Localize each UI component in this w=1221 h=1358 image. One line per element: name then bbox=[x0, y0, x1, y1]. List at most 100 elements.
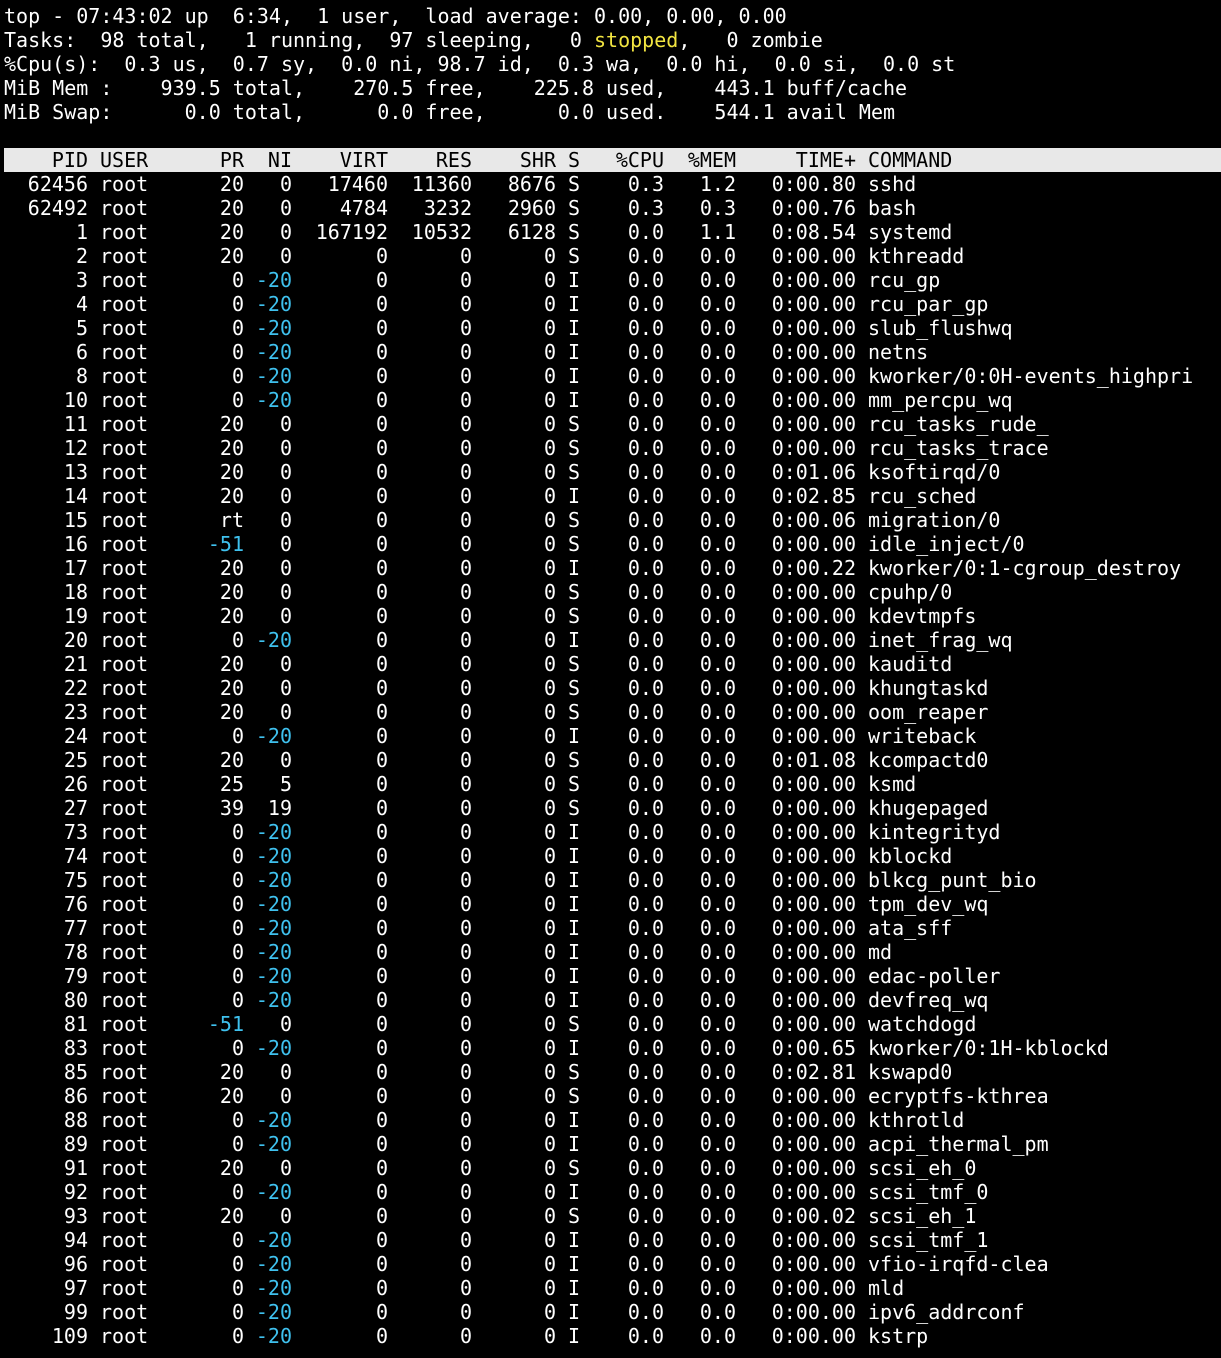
process-row[interactable]: 23 root 20 0 0 0 0 S 0.0 0.0 0:00.00 oom_reaper bbox=[0, 700, 1221, 724]
nice-cell: 0 bbox=[279, 1204, 292, 1228]
user-cell: root bbox=[100, 292, 149, 316]
process-table-header: PID USER PR NI VIRT RES SHR S %CPU %MEM … bbox=[4, 148, 1221, 172]
time-cell: 0:00.00 bbox=[771, 316, 856, 340]
process-row[interactable]: 2 root 20 0 0 0 0 S 0.0 0.0 0:00.00 kthreadd bbox=[0, 244, 1221, 268]
res-cell: 0 bbox=[459, 388, 472, 412]
res-cell: 0 bbox=[459, 844, 472, 868]
shr-cell: 0 bbox=[543, 1180, 556, 1204]
terminal-window[interactable]: top - 07:43:02 up 6:34, 1 user, load ave… bbox=[0, 4, 1221, 1348]
process-row[interactable]: 109 root 0 -20 0 0 0 I 0.0 0.0 0:00.00 kstrp bbox=[0, 1324, 1221, 1348]
pid-cell: 3 bbox=[75, 268, 88, 292]
process-row[interactable]: 14 root 20 0 0 0 0 I 0.0 0.0 0:02.85 rcu_sched bbox=[0, 484, 1221, 508]
process-row[interactable]: 85 root 20 0 0 0 0 S 0.0 0.0 0:02.81 kswapd0 bbox=[0, 1060, 1221, 1084]
mem-cell: 1.2 bbox=[699, 172, 736, 196]
time-cell: 0:00.00 bbox=[771, 1276, 856, 1300]
process-row[interactable]: 13 root 20 0 0 0 0 S 0.0 0.0 0:01.06 ksoftirqd/0 bbox=[0, 460, 1221, 484]
process-row[interactable]: 21 root 20 0 0 0 0 S 0.0 0.0 0:00.00 kauditd bbox=[0, 652, 1221, 676]
command-cell: khugepaged bbox=[868, 796, 989, 820]
process-row[interactable]: 8 root 0 -20 0 0 0 I 0.0 0.0 0:00.00 kworker/0:0H-e… bbox=[0, 364, 1221, 388]
process-row[interactable]: 96 root 0 -20 0 0 0 I 0.0 0.0 0:00.00 vfio-irqfd-cl… bbox=[0, 1252, 1221, 1276]
priority-cell: 20 bbox=[219, 220, 244, 244]
state-cell: S bbox=[567, 508, 580, 532]
process-row[interactable]: 88 root 0 -20 0 0 0 I 0.0 0.0 0:00.00 kthrotld bbox=[0, 1108, 1221, 1132]
shr-cell: 6128 bbox=[507, 220, 556, 244]
pid-cell: 14 bbox=[63, 484, 88, 508]
process-row[interactable]: 24 root 0 -20 0 0 0 I 0.0 0.0 0:00.00 writeback bbox=[0, 724, 1221, 748]
res-cell: 0 bbox=[459, 676, 472, 700]
cpu-cell: 0.0 bbox=[627, 1060, 664, 1084]
process-row[interactable]: 5 root 0 -20 0 0 0 I 0.0 0.0 0:00.00 slub_flushwq bbox=[0, 316, 1221, 340]
res-cell: 0 bbox=[459, 1132, 472, 1156]
nice-cell: -20 bbox=[255, 340, 292, 364]
col-virt: VIRT bbox=[339, 148, 388, 172]
nice-cell: -20 bbox=[255, 1036, 292, 1060]
priority-cell: 0 bbox=[231, 868, 244, 892]
command-cell: khungtaskd bbox=[868, 676, 989, 700]
process-row[interactable]: 74 root 0 -20 0 0 0 I 0.0 0.0 0:00.00 kblockd bbox=[0, 844, 1221, 868]
process-row[interactable]: 73 root 0 -20 0 0 0 I 0.0 0.0 0:00.00 kintegrityd bbox=[0, 820, 1221, 844]
process-row[interactable]: 80 root 0 -20 0 0 0 I 0.0 0.0 0:00.00 devfreq_wq bbox=[0, 988, 1221, 1012]
priority-cell: 20 bbox=[219, 172, 244, 196]
process-row[interactable]: 3 root 0 -20 0 0 0 I 0.0 0.0 0:00.00 rcu_gp bbox=[0, 268, 1221, 292]
process-row[interactable]: 11 root 20 0 0 0 0 S 0.0 0.0 0:00.00 rcu_tasks_rude… bbox=[0, 412, 1221, 436]
pid-cell: 76 bbox=[63, 892, 88, 916]
process-row[interactable]: 97 root 0 -20 0 0 0 I 0.0 0.0 0:00.00 mld bbox=[0, 1276, 1221, 1300]
virt-cell: 0 bbox=[375, 1228, 388, 1252]
priority-cell: -51 bbox=[207, 1012, 244, 1036]
res-cell: 0 bbox=[459, 1228, 472, 1252]
process-row[interactable]: 75 root 0 -20 0 0 0 I 0.0 0.0 0:00.00 blkcg_punt_bi… bbox=[0, 868, 1221, 892]
tasks-stopped-label: stopped bbox=[594, 28, 679, 52]
process-row[interactable]: 93 root 20 0 0 0 0 S 0.0 0.0 0:00.02 scsi_eh_1 bbox=[0, 1204, 1221, 1228]
cpu-cell: 0.0 bbox=[627, 316, 664, 340]
process-row[interactable]: 15 root rt 0 0 0 0 S 0.0 0.0 0:00.06 migration/0 bbox=[0, 508, 1221, 532]
process-row[interactable]: 19 root 20 0 0 0 0 S 0.0 0.0 0:00.00 kdevtmpfs bbox=[0, 604, 1221, 628]
nice-cell: 0 bbox=[279, 508, 292, 532]
process-row[interactable]: 17 root 20 0 0 0 0 I 0.0 0.0 0:00.22 kworker/0:1-cg… bbox=[0, 556, 1221, 580]
process-row[interactable]: 86 root 20 0 0 0 0 S 0.0 0.0 0:00.00 ecryptfs-kthre… bbox=[0, 1084, 1221, 1108]
mem-cell: 0.0 bbox=[699, 1324, 736, 1348]
process-row[interactable]: 18 root 20 0 0 0 0 S 0.0 0.0 0:00.00 cpuhp/0 bbox=[0, 580, 1221, 604]
state-cell: S bbox=[567, 796, 580, 820]
virt-cell: 0 bbox=[375, 628, 388, 652]
process-row[interactable]: 77 root 0 -20 0 0 0 I 0.0 0.0 0:00.00 ata_sff bbox=[0, 916, 1221, 940]
process-row[interactable]: 16 root -51 0 0 0 0 S 0.0 0.0 0:00.00 idle_inject/0 bbox=[0, 532, 1221, 556]
process-row[interactable]: 10 root 0 -20 0 0 0 I 0.0 0.0 0:00.00 mm_percpu_wq bbox=[0, 388, 1221, 412]
process-row[interactable]: 89 root 0 -20 0 0 0 I 0.0 0.0 0:00.00 acpi_thermal_… bbox=[0, 1132, 1221, 1156]
process-row[interactable]: 83 root 0 -20 0 0 0 I 0.0 0.0 0:00.65 kworker/0:1H-… bbox=[0, 1036, 1221, 1060]
pid-cell: 23 bbox=[63, 700, 88, 724]
command-cell: rcu_sched bbox=[868, 484, 977, 508]
process-row[interactable]: 4 root 0 -20 0 0 0 I 0.0 0.0 0:00.00 rcu_par_gp bbox=[0, 292, 1221, 316]
process-row[interactable]: 12 root 20 0 0 0 0 S 0.0 0.0 0:00.00 rcu_tasks_trac… bbox=[0, 436, 1221, 460]
virt-cell: 0 bbox=[375, 1276, 388, 1300]
process-row[interactable]: 94 root 0 -20 0 0 0 I 0.0 0.0 0:00.00 scsi_tmf_1 bbox=[0, 1228, 1221, 1252]
nice-cell: 0 bbox=[279, 1156, 292, 1180]
state-cell: I bbox=[567, 724, 580, 748]
user-cell: root bbox=[100, 796, 149, 820]
process-row[interactable]: 6 root 0 -20 0 0 0 I 0.0 0.0 0:00.00 netns bbox=[0, 340, 1221, 364]
process-row[interactable]: 81 root -51 0 0 0 0 S 0.0 0.0 0:00.00 watchdogd bbox=[0, 1012, 1221, 1036]
process-row[interactable]: 27 root 39 19 0 0 0 S 0.0 0.0 0:00.00 khugepaged bbox=[0, 796, 1221, 820]
process-row[interactable]: 92 root 0 -20 0 0 0 I 0.0 0.0 0:00.00 scsi_tmf_0 bbox=[0, 1180, 1221, 1204]
priority-cell: 20 bbox=[219, 652, 244, 676]
process-row[interactable]: 25 root 20 0 0 0 0 S 0.0 0.0 0:01.08 kcompactd0 bbox=[0, 748, 1221, 772]
process-row[interactable]: 78 root 0 -20 0 0 0 I 0.0 0.0 0:00.00 md bbox=[0, 940, 1221, 964]
state-cell: S bbox=[567, 436, 580, 460]
process-row[interactable]: 76 root 0 -20 0 0 0 I 0.0 0.0 0:00.00 tpm_dev_wq bbox=[0, 892, 1221, 916]
user-cell: root bbox=[100, 220, 149, 244]
process-row[interactable]: 26 root 25 5 0 0 0 S 0.0 0.0 0:00.00 ksmd bbox=[0, 772, 1221, 796]
time-cell: 0:00.00 bbox=[771, 820, 856, 844]
pid-cell: 81 bbox=[63, 1012, 88, 1036]
process-row[interactable]: 22 root 20 0 0 0 0 S 0.0 0.0 0:00.00 khungtaskd bbox=[0, 676, 1221, 700]
time-cell: 0:00.00 bbox=[771, 628, 856, 652]
process-row[interactable]: 91 root 20 0 0 0 0 S 0.0 0.0 0:00.00 scsi_eh_0 bbox=[0, 1156, 1221, 1180]
shr-cell: 0 bbox=[543, 268, 556, 292]
process-row[interactable]: 62456 root 20 0 17460 11360 8676 S 0.3 1.2 0:00.80… bbox=[0, 172, 1221, 196]
process-row[interactable]: 20 root 0 -20 0 0 0 I 0.0 0.0 0:00.00 inet_frag_wq bbox=[0, 628, 1221, 652]
process-row[interactable]: 1 root 20 0 167192 10532 6128 S 0.0 1.1 0:08.54 sys… bbox=[0, 220, 1221, 244]
command-cell: kthrotld bbox=[868, 1108, 965, 1132]
process-row[interactable]: 62492 root 20 0 4784 3232 2960 S 0.3 0.3 0:00.76 ba… bbox=[0, 196, 1221, 220]
shr-cell: 0 bbox=[543, 820, 556, 844]
process-row[interactable]: 79 root 0 -20 0 0 0 I 0.0 0.0 0:00.00 edac-poller bbox=[0, 964, 1221, 988]
process-row[interactable]: 99 root 0 -20 0 0 0 I 0.0 0.0 0:00.00 ipv6_addrconf bbox=[0, 1300, 1221, 1324]
user-cell: root bbox=[100, 436, 149, 460]
